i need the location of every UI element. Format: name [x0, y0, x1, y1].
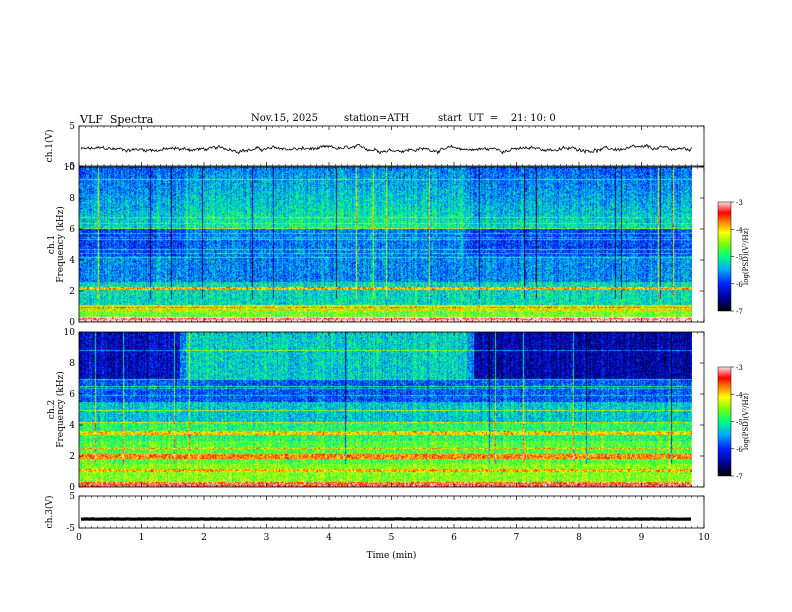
x-tick-label: 3 — [264, 533, 270, 543]
y-tick-label: 4 — [69, 256, 75, 266]
y-tick-label: 8 — [69, 194, 75, 204]
ch3-waveform-ylabel: ch.3(V) — [44, 496, 55, 529]
y-tick-label: 6 — [69, 225, 75, 235]
y-tick-label: 2 — [69, 452, 75, 462]
ch1-spectrogram-image — [79, 167, 692, 322]
x-tick-label: 1 — [139, 533, 145, 543]
y-tick-label: 6 — [69, 390, 75, 400]
x-tick-label: 10 — [698, 533, 710, 543]
ch2-colorbar — [717, 366, 732, 477]
y-tick-label: 10 — [64, 163, 76, 173]
ch2-frequency-ylabel: Frequency (kHz) — [55, 371, 66, 448]
y-tick-label: 4 — [69, 421, 75, 431]
y-tick-label: 5 — [69, 492, 75, 502]
ch2-colorbar-label: log(PSD)(V²/Hz) — [742, 393, 750, 450]
ch1-waveform-ylabel: ch.1(V) — [44, 130, 55, 163]
ch1-waveform-panel — [78, 125, 705, 167]
ch1-colorbar-label: log(PSD)(V²/Hz) — [742, 228, 750, 285]
ch2-spectrogram-image — [79, 332, 692, 487]
colorbar-tick-label: -7 — [736, 473, 743, 481]
y-tick-label: 10 — [64, 328, 76, 338]
ch3-waveform-panel — [78, 495, 705, 529]
ch1-colorbar — [717, 201, 732, 312]
x-tick-label: 2 — [201, 533, 207, 543]
colorbar-tick-label: -7 — [736, 308, 743, 316]
colorbar-tick-label: -3 — [736, 364, 743, 372]
x-tick-label: 5 — [389, 533, 395, 543]
x-tick-label: 8 — [576, 533, 582, 543]
x-tick-label: 7 — [514, 533, 520, 543]
x-tick-label: 6 — [451, 533, 457, 543]
colorbar-tick-label: -3 — [736, 199, 743, 207]
x-tick-label: 9 — [639, 533, 645, 543]
y-tick-label: 2 — [69, 287, 75, 297]
y-tick-label: 0 — [69, 318, 75, 328]
x-tick-label: 0 — [76, 533, 82, 543]
vlf-spectra-figure: -55ch.1(V)0246810ch.1 Frequency (kHz)-7-6… — [44, 122, 750, 561]
x-tick-label: 4 — [326, 533, 332, 543]
y-tick-label: 8 — [69, 359, 75, 369]
y-tick-label: -5 — [66, 524, 75, 534]
ch1-waveform-line — [80, 143, 692, 156]
ch1-frequency-ylabel: Frequency (kHz) — [55, 206, 66, 283]
y-tick-label: 5 — [69, 122, 75, 132]
x-axis-label: Time (min) — [367, 550, 417, 561]
